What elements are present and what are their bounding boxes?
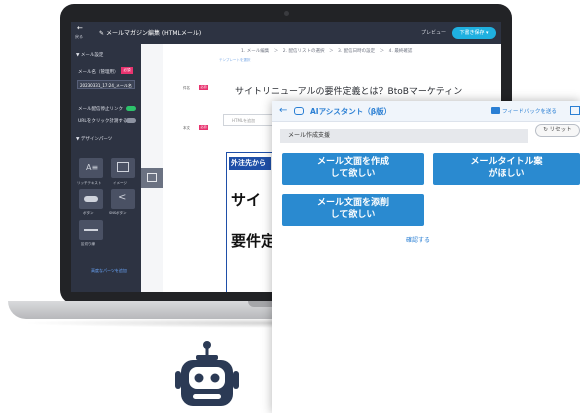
create-mail-button[interactable]: メール文面を作成して欲しい bbox=[282, 153, 424, 185]
image-insert-icon bbox=[147, 173, 157, 182]
button-icon bbox=[84, 196, 98, 202]
mail-preview bbox=[226, 152, 276, 292]
preview-heading-line2: 要件定 bbox=[231, 232, 277, 250]
button-label: ボタン bbox=[83, 211, 94, 215]
back-arrow-icon[interactable]: ← bbox=[77, 24, 83, 32]
image-label: イメージ bbox=[113, 181, 127, 185]
share-icon: < bbox=[118, 192, 127, 203]
add-advanced-parts-link[interactable]: 高度なパーツを追加 bbox=[91, 268, 127, 274]
rich-text-label: リッチテキスト bbox=[77, 181, 102, 185]
reset-label: リセット bbox=[549, 127, 572, 133]
sns-button-label: SNSボタン bbox=[109, 211, 127, 215]
proofread-mail-button[interactable]: メール文面を添削して欲しい bbox=[282, 194, 424, 226]
body-label: 本文 bbox=[183, 126, 190, 130]
panel-title: AIアシスタント（β版） bbox=[310, 107, 392, 116]
url-click-label: URLをクリック計測する bbox=[78, 119, 128, 124]
save-draft-button[interactable]: 下書き保存 ▾ bbox=[452, 27, 496, 39]
laptop-camera bbox=[284, 11, 289, 16]
mail-settings-heading[interactable]: ▼ メール設定 bbox=[76, 52, 103, 58]
robot-icon bbox=[175, 341, 239, 406]
back-arrow-icon[interactable]: ← bbox=[279, 105, 287, 116]
create-mail-label: メール文面を作成して欲しい bbox=[316, 157, 389, 179]
divider-icon bbox=[84, 229, 98, 231]
opinion-link-label: メール配信停止リンク bbox=[78, 107, 123, 112]
mail-title-label: メールタイトル案がほしい bbox=[470, 157, 543, 179]
body-required-badge: 必須 bbox=[199, 125, 208, 130]
subject-label: 件名 bbox=[183, 86, 190, 90]
mail-title-button[interactable]: メールタイトル案がほしい bbox=[433, 153, 580, 185]
reset-button[interactable]: ↻ リセット bbox=[535, 124, 580, 137]
image-icon bbox=[117, 162, 129, 172]
url-click-toggle[interactable] bbox=[126, 118, 136, 123]
preview-button[interactable]: プレビュー bbox=[421, 29, 446, 36]
template-link[interactable]: テンプレートを選択 bbox=[219, 58, 250, 63]
robot-icon bbox=[294, 107, 304, 115]
preview-header: 外注先から bbox=[229, 157, 271, 170]
confirm-link[interactable]: 確認する bbox=[406, 235, 430, 244]
feedback-link[interactable]: フィードバックを送る bbox=[502, 107, 557, 115]
preview-heading-line1: サイ bbox=[231, 191, 262, 209]
subject-input[interactable]: サイトリニューアルの要件定義とは？BtoBマーケティン bbox=[235, 84, 462, 97]
required-badge: 必須 bbox=[121, 67, 133, 74]
proofread-mail-label: メール文面を添削して欲しい bbox=[316, 198, 389, 220]
app-title-text: メールマガジン編集 (HTMLメール) bbox=[105, 30, 202, 37]
design-parts-heading[interactable]: ▼ デザインパーツ bbox=[76, 136, 112, 142]
opinion-link-toggle[interactable] bbox=[126, 106, 136, 111]
subject-required-badge: 必須 bbox=[199, 85, 208, 90]
divider-label: 区切り線 bbox=[81, 242, 95, 246]
close-icon[interactable] bbox=[570, 106, 580, 115]
section-mail-support: メール作成支援 bbox=[280, 129, 528, 143]
save-draft-label: 下書き保存 bbox=[459, 30, 485, 36]
app-title: ✎ メールマガジン編集 (HTMLメール) bbox=[99, 30, 202, 37]
mail-name-input[interactable]: 20230331_17:24_メール名 bbox=[77, 80, 135, 89]
feedback-icon[interactable] bbox=[491, 107, 500, 114]
mail-name-label: メール名（管理用） bbox=[78, 70, 119, 75]
step-breadcrumb: 1. メール編集 ＞ 2. 配信リストの選択 ＞ 3. 配信日時の設定 ＞ 4.… bbox=[241, 49, 413, 54]
back-label[interactable]: 戻る bbox=[75, 34, 83, 40]
ai-assistant-panel: ← AIアシスタント（β版） フィードバックを送る ↻ リセット メール作成支援… bbox=[272, 101, 580, 413]
rich-text-icon: A≡ bbox=[86, 163, 99, 172]
